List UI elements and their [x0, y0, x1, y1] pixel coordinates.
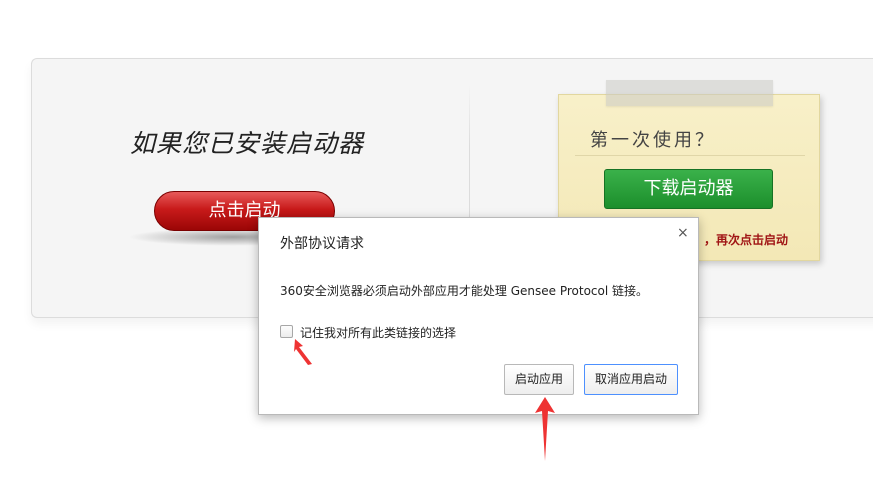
checkbox-annotation-arrow-icon [294, 339, 312, 365]
external-protocol-dialog: 外部协议请求 × 360安全浏览器必须启动外部应用才能处理 Gensee Pro… [258, 217, 699, 415]
note-hint: ，再次点击启动 [704, 233, 789, 247]
remember-choice-label[interactable]: 记住我对所有此类链接的选择 [300, 324, 456, 341]
download-launcher-button[interactable]: 下载启动器 [604, 169, 773, 209]
installed-heading: 如果您已安装启动器 [130, 129, 365, 158]
note-title: 第一次使用？ [590, 130, 716, 151]
button-annotation-arrow-icon [535, 397, 555, 461]
close-icon[interactable]: × [677, 225, 689, 241]
note-tape [606, 80, 773, 106]
dialog-title: 外部协议请求 [280, 236, 364, 252]
note-divider [575, 155, 805, 156]
dialog-message: 360安全浏览器必须启动外部应用才能处理 Gensee Protocol 链接。 [280, 284, 649, 298]
cancel-launch-button[interactable]: 取消应用启动 [584, 364, 678, 395]
launch-app-button[interactable]: 启动应用 [504, 364, 574, 395]
